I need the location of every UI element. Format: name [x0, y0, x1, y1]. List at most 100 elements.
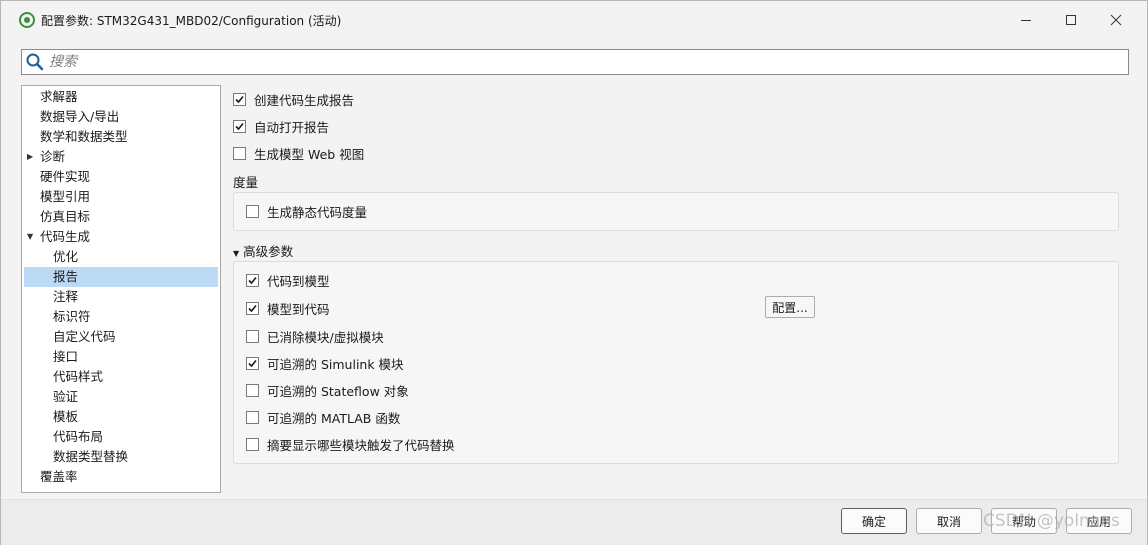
- tree-item-label: 模型引用: [40, 189, 91, 204]
- tree-item-custom-code[interactable]: 自定义代码: [24, 327, 218, 347]
- simulink-blocks-label: 可追溯的 Simulink 模块: [267, 356, 404, 372]
- cancel-button[interactable]: 取消: [916, 508, 982, 534]
- tree-item-math-data-types[interactable]: 数学和数据类型: [24, 127, 218, 147]
- tree-item-label: 代码布局: [53, 429, 104, 444]
- tree-item-label: 覆盖率: [40, 469, 78, 484]
- tree-item-label: 验证: [53, 389, 79, 404]
- dialog-footer: 确定 取消 帮助 应用: [1, 499, 1147, 545]
- tree-item-label: 优化: [53, 249, 79, 264]
- tree-item-model-referencing[interactable]: 模型引用: [24, 187, 218, 207]
- static-metrics-option: 生成静态代码度量: [246, 201, 367, 221]
- code-to-model-checkbox[interactable]: [246, 273, 259, 287]
- tree-item-label: 代码生成: [40, 229, 91, 244]
- simulink-blocks-option: 可追溯的 Simulink 模块: [246, 353, 404, 373]
- code-to-model-option: 代码到模型: [246, 270, 330, 290]
- matlab-functions-label: 可追溯的 MATLAB 函数: [267, 410, 401, 426]
- tree-item-identifiers[interactable]: 标识符: [24, 307, 218, 327]
- expand-arrow-icon[interactable]: ▶: [27, 147, 33, 167]
- replacement-summary-label: 摘要显示哪些模块触发了代码替换: [267, 437, 455, 453]
- model-to-code-label: 模型到代码: [267, 301, 330, 317]
- tree-item-label: 数学和数据类型: [40, 129, 128, 144]
- minimize-icon: [1021, 20, 1031, 21]
- tree-item-code-generation[interactable]: ▼ 代码生成: [24, 227, 218, 247]
- matlab-functions-checkbox[interactable]: [246, 410, 259, 424]
- checkmark-icon: [248, 276, 257, 284]
- checkmark-icon: [248, 359, 257, 367]
- auto-open-report-label: 自动打开报告: [254, 119, 330, 135]
- tree-item-label: 硬件实现: [40, 169, 91, 184]
- web-view-option: 生成模型 Web 视图: [233, 143, 364, 163]
- tree-item-coverage[interactable]: 覆盖率: [24, 467, 218, 487]
- tree-item-verification[interactable]: 验证: [24, 387, 218, 407]
- search-box: [21, 49, 1129, 75]
- collapse-arrow-icon: ▼: [233, 249, 240, 258]
- simulink-logo-icon: [19, 12, 35, 28]
- auto-open-report-option: 自动打开报告: [233, 116, 329, 136]
- model-to-code-checkbox[interactable]: [246, 301, 259, 315]
- tree-item-interface[interactable]: 接口: [24, 347, 218, 367]
- create-report-checkbox[interactable]: [233, 92, 246, 106]
- tree-item-simulation-target[interactable]: 仿真目标: [24, 207, 218, 227]
- eliminated-blocks-label: 已消除模块/虚拟模块: [267, 329, 384, 345]
- tree-item-label: 接口: [53, 349, 79, 364]
- create-report-label: 创建代码生成报告: [254, 92, 355, 108]
- configure-button[interactable]: 配置...: [765, 296, 815, 318]
- maximize-icon: [1066, 15, 1076, 25]
- tree-item-code-style[interactable]: 代码样式: [24, 367, 218, 387]
- search-icon[interactable]: [26, 53, 44, 71]
- minimize-button[interactable]: [1003, 1, 1049, 39]
- auto-open-report-checkbox[interactable]: [233, 119, 246, 133]
- watermark: CSDN @yolnans: [983, 511, 1120, 531]
- tree-item-label: 仿真目标: [40, 209, 91, 224]
- tree-item-label: 模板: [53, 409, 79, 424]
- web-view-checkbox[interactable]: [233, 146, 246, 160]
- tree-item-label: 数据导入/导出: [40, 109, 120, 124]
- ok-button[interactable]: 确定: [841, 508, 907, 534]
- category-tree: 求解器 数据导入/导出 数学和数据类型 ▶ 诊断 硬件实现 模型引用 仿真目标 …: [21, 85, 221, 493]
- tree-item-solver[interactable]: 求解器: [24, 87, 218, 107]
- eliminated-blocks-checkbox[interactable]: [246, 329, 259, 343]
- tree-item-label: 求解器: [40, 89, 78, 104]
- collapse-arrow-icon[interactable]: ▼: [27, 227, 33, 247]
- tree-item-templates[interactable]: 模板: [24, 407, 218, 427]
- tree-item-label: 标识符: [53, 309, 91, 324]
- tree-item-hardware[interactable]: 硬件实现: [24, 167, 218, 187]
- eliminated-blocks-option: 已消除模块/虚拟模块: [246, 326, 384, 346]
- replacement-summary-option: 摘要显示哪些模块触发了代码替换: [246, 434, 455, 454]
- configuration-parameters-window: 配置参数: STM32G431_MBD02/Configuration (活动)…: [0, 0, 1148, 545]
- tree-item-optimization[interactable]: 优化: [24, 247, 218, 267]
- static-metrics-label: 生成静态代码度量: [267, 204, 368, 220]
- stateflow-objects-option: 可追溯的 Stateflow 对象: [246, 380, 409, 400]
- stateflow-objects-checkbox[interactable]: [246, 383, 259, 397]
- replacement-summary-checkbox[interactable]: [246, 437, 259, 451]
- static-metrics-checkbox[interactable]: [246, 204, 259, 218]
- tree-item-comments[interactable]: 注释: [24, 287, 218, 307]
- close-button[interactable]: [1093, 1, 1139, 39]
- search-input[interactable]: [49, 52, 1119, 72]
- code-to-model-label: 代码到模型: [267, 273, 330, 289]
- simulink-blocks-checkbox[interactable]: [246, 356, 259, 370]
- tree-item-label: 代码样式: [53, 369, 104, 384]
- model-to-code-option: 模型到代码: [246, 298, 330, 318]
- checkmark-icon: [235, 95, 244, 103]
- tree-item-label: 报告: [53, 269, 79, 284]
- tree-item-label: 注释: [53, 289, 79, 304]
- advanced-parameters-heading: 高级参数: [243, 244, 294, 259]
- tree-item-report[interactable]: 报告: [24, 267, 218, 287]
- tree-item-label: 诊断: [40, 149, 66, 164]
- tree-item-code-placement[interactable]: 代码布局: [24, 427, 218, 447]
- window-title: 配置参数: STM32G431_MBD02/Configuration (活动): [41, 14, 342, 28]
- checkmark-icon: [248, 304, 257, 312]
- advanced-parameters-header[interactable]: ▼ 高级参数: [233, 241, 293, 260]
- checkmark-icon: [235, 122, 244, 130]
- title-bar: 配置参数: STM32G431_MBD02/Configuration (活动): [1, 1, 1147, 39]
- tree-item-data-import-export[interactable]: 数据导入/导出: [24, 107, 218, 127]
- tree-item-label: 数据类型替换: [53, 449, 129, 464]
- tree-item-data-type-replacement[interactable]: 数据类型替换: [24, 447, 218, 467]
- maximize-button[interactable]: [1048, 1, 1094, 39]
- tree-item-diagnostics[interactable]: ▶ 诊断: [24, 147, 218, 167]
- create-report-option: 创建代码生成报告: [233, 89, 354, 109]
- tree-item-label: 自定义代码: [53, 329, 116, 344]
- matlab-functions-option: 可追溯的 MATLAB 函数: [246, 407, 400, 427]
- web-view-label: 生成模型 Web 视图: [254, 146, 365, 162]
